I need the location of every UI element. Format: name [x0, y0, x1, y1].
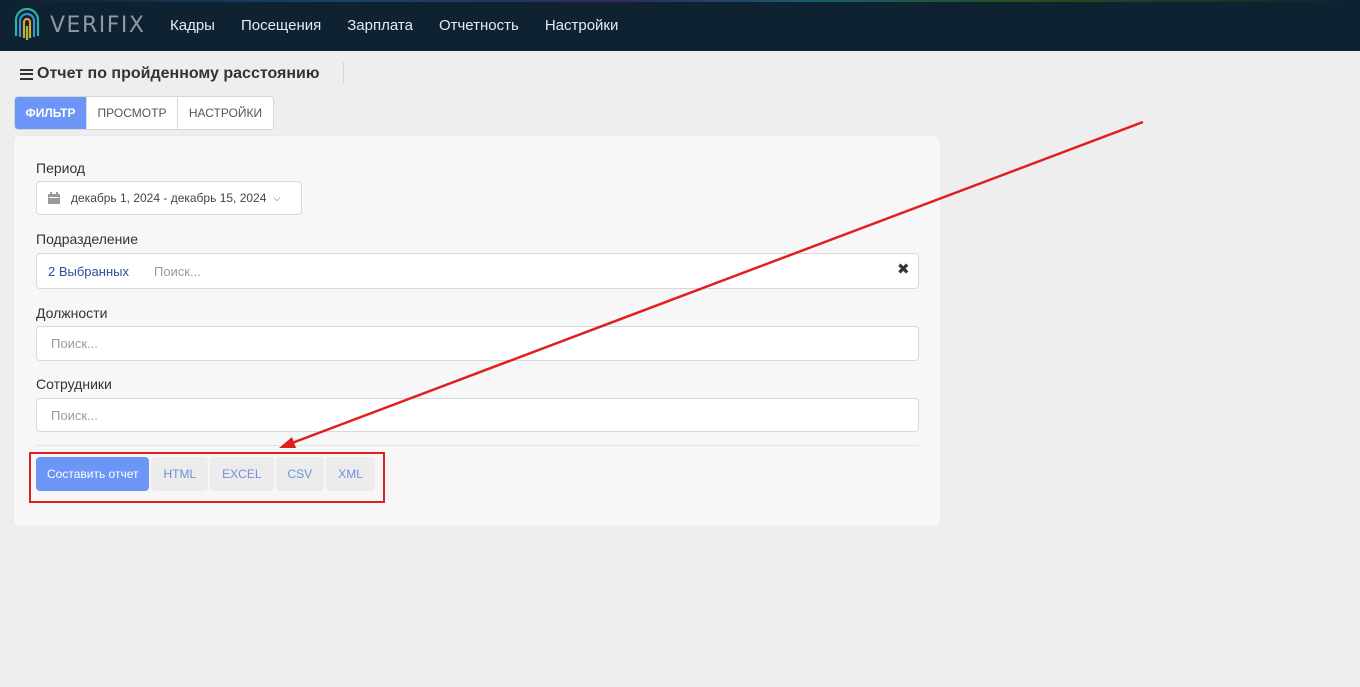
division-label: Подразделение: [36, 231, 139, 247]
division-select[interactable]: 2 Выбранных Поиск... ✖: [36, 253, 919, 289]
actions-divider: [36, 445, 919, 446]
fingerprint-logo-icon: [14, 7, 40, 40]
close-icon[interactable]: ✖: [897, 262, 910, 277]
employees-search-input[interactable]: Поиск...: [51, 408, 98, 423]
report-tabs: ФИЛЬТР ПРОСМОТР НАСТРОЙКИ: [14, 96, 274, 130]
period-date-picker[interactable]: декабрь 1, 2024 - декабрь 15, 2024 ⌵: [36, 181, 302, 215]
tab-preview[interactable]: ПРОСМОТР: [87, 97, 178, 129]
page-title: Отчет по пройденному расстоянию: [37, 65, 320, 82]
nav-item-settings[interactable]: Настройки: [545, 17, 619, 34]
menu-icon[interactable]: [20, 68, 33, 80]
division-selected-count[interactable]: 2 Выбранных: [48, 264, 129, 279]
main-nav: Кадры Посещения Зарплата Отчетность Наст…: [157, 0, 631, 51]
nav-item-staff[interactable]: Кадры: [170, 17, 215, 34]
page-header: Отчет по пройденному расстоянию: [20, 63, 320, 85]
tab-settings[interactable]: НАСТРОЙКИ: [178, 97, 273, 129]
period-value: декабрь 1, 2024 - декабрь 15, 2024: [71, 191, 267, 205]
nav-item-salary[interactable]: Зарплата: [347, 17, 413, 34]
annotation-highlight-box: [29, 452, 385, 503]
employees-select[interactable]: Поиск...: [36, 398, 919, 432]
chevron-down-icon: ⌵: [273, 192, 281, 203]
positions-search-input[interactable]: Поиск...: [51, 336, 98, 351]
positions-label: Должности: [36, 305, 108, 321]
top-navbar: VERIFIX Кадры Посещения Зарплата Отчетно…: [0, 0, 1360, 51]
period-label: Период: [36, 160, 86, 176]
nav-item-reports[interactable]: Отчетность: [439, 17, 519, 34]
employees-label: Сотрудники: [36, 376, 112, 392]
logo-text: VERIFIX: [50, 12, 146, 38]
nav-item-attendance[interactable]: Посещения: [241, 17, 321, 34]
header-divider: [343, 62, 344, 84]
positions-select[interactable]: Поиск...: [36, 326, 919, 361]
division-search-input[interactable]: Поиск...: [154, 264, 201, 279]
logo[interactable]: VERIFIX: [12, 6, 145, 44]
calendar-icon: [48, 192, 60, 204]
tab-filter[interactable]: ФИЛЬТР: [15, 97, 87, 129]
